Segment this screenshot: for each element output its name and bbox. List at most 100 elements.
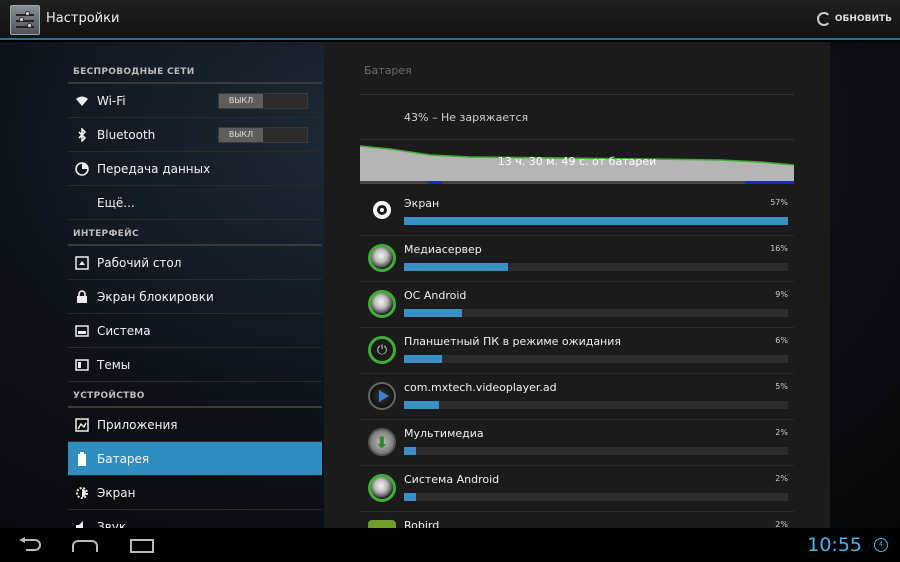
usage-row[interactable]: ⬇ Мультимедиа 2%	[360, 420, 794, 466]
sidebar-item-label: Батарея	[97, 451, 150, 466]
power-icon: ⏻	[368, 336, 396, 364]
bird-icon	[368, 520, 396, 528]
section-header-interface: ИНТЕРФЕЙС	[68, 220, 322, 246]
settings-app-icon[interactable]	[10, 5, 40, 35]
lock-icon	[74, 289, 90, 305]
usage-percent: 57%	[770, 198, 788, 207]
wifi-icon	[74, 93, 90, 109]
sidebar-item-label: Темы	[97, 357, 131, 372]
usage-bar-fill	[404, 401, 439, 409]
usage-app-name: Экран	[404, 197, 440, 210]
sidebar-item-battery[interactable]: Батарея	[68, 442, 322, 476]
usage-percent: 9%	[775, 290, 788, 299]
section-header-device: УСТРОЙСТВО	[68, 382, 322, 408]
sidebar-item-label: Bluetooth	[97, 127, 156, 142]
usage-row[interactable]: Система Android 2%	[360, 466, 794, 512]
usage-percent: 16%	[770, 244, 788, 253]
action-bar: Настройки ОБНОВИТЬ	[0, 0, 900, 40]
refresh-button[interactable]: ОБНОВИТЬ	[816, 12, 892, 26]
usage-bar-fill	[404, 355, 443, 363]
usage-row[interactable]: com.mxtech.videoplayer.ad 5%	[360, 374, 794, 420]
usage-bar-fill	[404, 493, 416, 501]
recent-apps-icon[interactable]	[130, 539, 154, 553]
usage-app-name: Система Android	[404, 473, 500, 486]
android-green-icon	[368, 474, 396, 502]
sidebar-item-label: Рабочий стол	[97, 255, 182, 270]
sidebar-item-data-usage[interactable]: Передача данных	[68, 152, 322, 186]
battery-status: 43% – Не заряжается	[404, 111, 529, 124]
settings-sidebar: БЕСПРОВОДНЫЕ СЕТИ Wi-Fi ВЫКЛ Bluetooth В…	[68, 58, 322, 528]
usage-bar-fill	[404, 217, 788, 225]
sidebar-item-bluetooth[interactable]: Bluetooth ВЫКЛ	[68, 118, 322, 152]
sidebar-item-home-screen[interactable]: Рабочий стол	[68, 246, 322, 280]
usage-bar-fill	[404, 447, 416, 455]
sound-icon	[74, 519, 90, 528]
page-title: Настройки	[46, 11, 120, 26]
usage-bar-fill	[404, 263, 508, 271]
usage-row[interactable]: Экран 57%	[360, 190, 794, 236]
refresh-label: ОБНОВИТЬ	[834, 14, 892, 24]
usage-bar-track	[404, 217, 788, 225]
sidebar-item-wifi[interactable]: Wi-Fi ВЫКЛ	[68, 84, 322, 118]
download-icon: ⬇	[368, 428, 396, 456]
toggle-state: ВЫКЛ	[219, 128, 263, 142]
brightness-icon	[74, 485, 90, 501]
usage-row[interactable]: ⏻ Планшетный ПК в режиме ожидания 6%	[360, 328, 794, 374]
divider	[360, 139, 794, 140]
usage-app-name: Мультимедиа	[404, 427, 484, 440]
battery-icon	[74, 451, 90, 467]
data-usage-icon	[74, 161, 90, 177]
usage-row[interactable]: Медиасервер 16%	[360, 236, 794, 282]
toggle-state: ВЫКЛ	[219, 94, 263, 108]
wifi-toggle[interactable]: ВЫКЛ	[218, 93, 308, 109]
usage-app-name: ОС Android	[404, 289, 467, 302]
divider	[360, 94, 794, 95]
sidebar-item-label: Звук	[97, 519, 127, 529]
usage-percent: 2%	[775, 520, 788, 528]
sidebar-item-label: Приложения	[97, 417, 178, 432]
usage-app-name: Медиасервер	[404, 243, 482, 256]
video-player-icon	[368, 382, 396, 410]
back-icon[interactable]	[18, 537, 42, 551]
sidebar-item-label: Экран блокировки	[97, 289, 214, 304]
home-icon[interactable]	[72, 540, 98, 552]
themes-icon	[74, 357, 90, 373]
sidebar-item-label: Ещё...	[97, 195, 135, 210]
android-green-icon	[368, 290, 396, 318]
navigation-bar: 10:55 4	[0, 528, 900, 562]
sidebar-item-label: Система	[97, 323, 151, 338]
sidebar-item-label: Wi-Fi	[97, 93, 126, 108]
usage-percent: 2%	[775, 474, 788, 483]
sidebar-item-more[interactable]: Ещё...	[68, 186, 322, 220]
refresh-icon	[816, 12, 831, 26]
notification-icon[interactable]: 4	[874, 538, 888, 552]
usage-bar-track	[404, 447, 788, 455]
section-header-wireless: БЕСПРОВОДНЫЕ СЕТИ	[68, 58, 322, 84]
usage-app-name: Robird	[404, 519, 440, 528]
home-screen-icon	[74, 255, 90, 271]
usage-percent: 6%	[775, 336, 788, 345]
usage-app-name: com.mxtech.videoplayer.ad	[404, 381, 557, 394]
bluetooth-toggle[interactable]: ВЫКЛ	[218, 127, 308, 143]
sidebar-item-apps[interactable]: Приложения	[68, 408, 322, 442]
panel-title: Батарея	[364, 64, 412, 77]
usage-row[interactable]: ОС Android 9%	[360, 282, 794, 328]
apps-icon	[74, 417, 90, 433]
clock: 10:55	[807, 534, 862, 556]
sidebar-item-sound[interactable]: Звук	[68, 510, 322, 528]
sidebar-item-themes[interactable]: Темы	[68, 348, 322, 382]
sidebar-item-label: Экран	[97, 485, 136, 500]
sidebar-item-display[interactable]: Экран	[68, 476, 322, 510]
sidebar-item-system[interactable]: Система	[68, 314, 322, 348]
sidebar-item-lock-screen[interactable]: Экран блокировки	[68, 280, 322, 314]
gear-icon	[373, 201, 391, 219]
usage-bar-track	[404, 309, 788, 317]
usage-percent: 5%	[775, 382, 788, 391]
graph-caption: 13 ч. 30 м. 49 с. от батареи	[497, 155, 657, 168]
android-green-icon	[368, 244, 396, 272]
bluetooth-icon	[74, 127, 90, 143]
system-icon	[74, 323, 90, 339]
usage-row[interactable]: Robird 2%	[360, 512, 794, 528]
usage-bar-track	[404, 263, 788, 271]
usage-bar-track	[404, 493, 788, 501]
